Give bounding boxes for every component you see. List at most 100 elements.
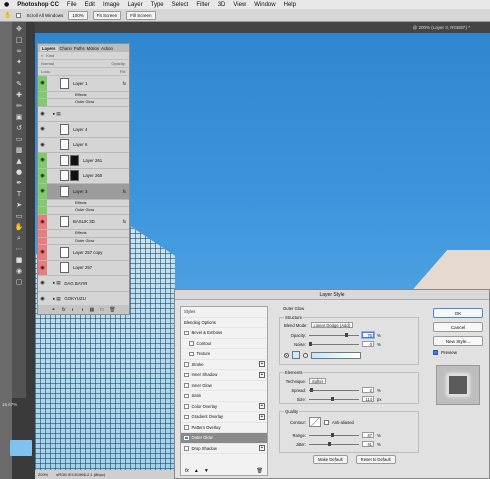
layer-effect-row[interactable]: Effects bbox=[38, 230, 129, 238]
layer-thumbnail[interactable] bbox=[60, 154, 69, 166]
layer-group-row[interactable]: ◉ ▸ ▤ DAG BAYIR bbox=[38, 276, 129, 292]
menu-filter[interactable]: Filter bbox=[196, 2, 209, 8]
style-item[interactable]: Inner Glow bbox=[181, 381, 267, 391]
menu-select[interactable]: Select bbox=[172, 2, 189, 8]
style-item[interactable]: Pattern Overlay bbox=[181, 423, 267, 433]
menu-view[interactable]: View bbox=[233, 2, 246, 8]
layer-thumbnail[interactable] bbox=[60, 123, 69, 135]
style-item[interactable]: Contour bbox=[181, 339, 267, 349]
layer-row[interactable]: ◉ Layer 1 fx bbox=[38, 76, 129, 92]
style-item[interactable]: Texture bbox=[181, 349, 267, 360]
visibility-eye-icon[interactable]: ◉ bbox=[38, 76, 47, 91]
opacity-input[interactable]: 76 bbox=[362, 332, 374, 338]
style-checkbox[interactable] bbox=[184, 425, 189, 430]
layer-name[interactable]: Effects bbox=[75, 93, 87, 97]
tab-paths[interactable]: Paths bbox=[74, 46, 85, 51]
delete-effect-icon[interactable]: 🗑 bbox=[257, 468, 263, 474]
layer-name[interactable]: Effects bbox=[75, 201, 87, 205]
style-checkbox[interactable] bbox=[184, 404, 189, 409]
style-item[interactable]: Drop Shadow + bbox=[181, 444, 267, 454]
folder-icon[interactable]: ▸ ▤ bbox=[53, 280, 60, 286]
quick-mask-icon[interactable]: ◉ bbox=[14, 267, 24, 276]
tab-layers[interactable]: Layers bbox=[40, 45, 58, 51]
blending-options-item[interactable]: Blending Options bbox=[181, 318, 267, 328]
layer-row[interactable]: ◉ Layer 4 bbox=[38, 122, 129, 138]
layer-name[interactable]: Layer 257 bbox=[73, 265, 92, 270]
layer-thumbnail[interactable] bbox=[60, 170, 69, 182]
glow-color-swatch[interactable] bbox=[292, 351, 300, 359]
jitter-knob[interactable] bbox=[328, 441, 332, 446]
eyedropper-tool-icon[interactable]: ✎ bbox=[14, 80, 24, 89]
add-mask-icon[interactable]: ◐ bbox=[71, 307, 74, 313]
noise-knob[interactable] bbox=[309, 341, 312, 346]
style-checkbox[interactable] bbox=[184, 362, 189, 367]
add-instance-icon[interactable]: + bbox=[259, 371, 265, 378]
layer-row[interactable]: ◉ Layer 260 bbox=[38, 168, 129, 184]
layer-name[interactable]: Layer 3 bbox=[73, 189, 87, 194]
layer-name[interactable]: Layer 6 bbox=[73, 142, 87, 147]
desktop-folder-icon[interactable] bbox=[10, 440, 32, 456]
layer-name[interactable]: BASLIK 3D bbox=[73, 219, 95, 224]
layer-row[interactable]: ◉ Layer 257 bbox=[38, 260, 129, 276]
visibility-eye-icon[interactable]: ◉ bbox=[38, 245, 47, 260]
document-tab[interactable]: @ 200% (Layer 3, RGB/8*) * bbox=[35, 22, 490, 33]
size-slider[interactable] bbox=[309, 396, 359, 401]
layer-effect-row[interactable]: Outer Glow bbox=[38, 207, 129, 215]
menu-layer[interactable]: Layer bbox=[128, 2, 143, 8]
gradient-tool-icon[interactable]: ▩ bbox=[14, 146, 24, 155]
visibility-eye-icon[interactable]: ◉ bbox=[38, 260, 47, 275]
contour-picker[interactable] bbox=[309, 417, 321, 427]
visibility-eye-icon[interactable] bbox=[38, 99, 47, 106]
opacity-knob[interactable] bbox=[344, 332, 348, 337]
filter-kind[interactable]: Kind bbox=[46, 53, 54, 58]
style-checkbox[interactable] bbox=[184, 435, 189, 440]
layer-mask-thumbnail[interactable] bbox=[70, 170, 79, 182]
anti-aliased-checkbox[interactable] bbox=[324, 419, 329, 425]
range-slider[interactable] bbox=[309, 432, 359, 437]
layer-mask-thumbnail[interactable] bbox=[70, 154, 79, 166]
shape-tool-icon[interactable]: ▭ bbox=[14, 212, 24, 221]
noise-slider[interactable] bbox=[309, 341, 359, 346]
layer-thumbnail[interactable] bbox=[60, 216, 69, 228]
visibility-eye-icon[interactable]: ◉ bbox=[38, 168, 47, 183]
glow-gradient-picker[interactable] bbox=[311, 351, 361, 359]
range-knob[interactable] bbox=[331, 432, 335, 437]
layer-effect-row[interactable]: Outer Glow bbox=[38, 237, 129, 245]
zoom-100-button[interactable]: 100% bbox=[68, 10, 88, 20]
blend-mode-select[interactable]: Linear Dodge (Add) bbox=[310, 322, 354, 328]
visibility-eye-icon[interactable]: ◉ bbox=[38, 107, 47, 122]
layer-row[interactable]: ◉ Layer 3 fx bbox=[38, 184, 129, 200]
folder-icon[interactable]: ▸ ▤ bbox=[53, 296, 60, 302]
visibility-eye-icon[interactable] bbox=[38, 230, 47, 237]
style-item[interactable]: Color Overlay + bbox=[181, 402, 267, 412]
spread-knob[interactable] bbox=[309, 387, 313, 392]
visibility-eye-icon[interactable] bbox=[38, 91, 47, 98]
new-layer-icon[interactable]: □ bbox=[100, 307, 103, 313]
layer-effect-row[interactable]: Effects bbox=[38, 199, 129, 207]
app-name-menu[interactable]: Photoshop CC bbox=[17, 2, 59, 8]
add-instance-icon[interactable]: + bbox=[259, 445, 265, 452]
opacity-slider[interactable] bbox=[309, 332, 359, 337]
hand-tool-icon[interactable]: ✋ bbox=[14, 223, 24, 232]
technique-select[interactable]: Softer bbox=[309, 378, 327, 384]
menu-edit[interactable]: Edit bbox=[85, 2, 95, 8]
style-checkbox[interactable] bbox=[184, 446, 189, 451]
visibility-eye-icon[interactable]: ◉ bbox=[38, 138, 47, 153]
scroll-all-checkbox[interactable] bbox=[16, 12, 22, 18]
layer-fx-badge[interactable]: fx bbox=[123, 189, 126, 194]
layer-name[interactable]: Outer Glow bbox=[75, 100, 94, 104]
clone-stamp-tool-icon[interactable]: ▣ bbox=[14, 113, 24, 122]
visibility-eye-icon[interactable]: ◉ bbox=[38, 184, 47, 199]
range-input[interactable]: 47 bbox=[362, 432, 374, 438]
menu-type[interactable]: Type bbox=[151, 2, 164, 8]
type-tool-icon[interactable]: T bbox=[14, 190, 24, 199]
pen-tool-icon[interactable]: ✒ bbox=[14, 179, 24, 188]
move-up-icon[interactable]: ▲ bbox=[194, 468, 199, 474]
add-instance-icon[interactable]: + bbox=[259, 403, 265, 410]
layer-group-row[interactable]: ◉ ▸ ▤ bbox=[38, 107, 129, 122]
layer-row[interactable]: ◉ Layer 6 bbox=[38, 138, 129, 153]
style-item[interactable]: Bevel & Emboss bbox=[181, 328, 267, 339]
visibility-eye-icon[interactable]: ◉ bbox=[38, 214, 47, 229]
size-input[interactable]: 114 bbox=[362, 396, 374, 402]
fit-screen-button[interactable]: Fit Screen bbox=[92, 10, 122, 20]
